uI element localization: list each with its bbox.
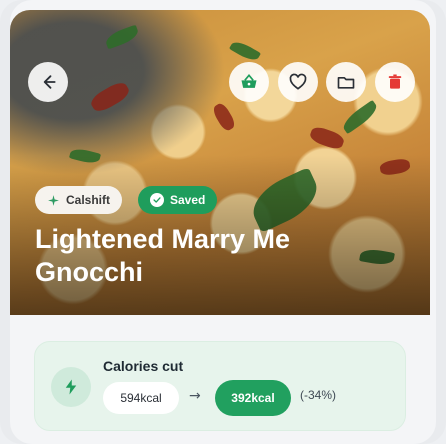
sparkle-icon (48, 194, 59, 206)
calories-change-percent: (-34%) (300, 388, 337, 402)
saved-chip-label: Saved (170, 193, 206, 207)
original-calories: 594kcal (103, 382, 179, 414)
basket-icon (241, 74, 257, 88)
recipe-card: Calshift Saved Lightened Marry Me Gnocch… (10, 0, 436, 444)
heart-icon (289, 73, 307, 90)
calories-cut-label: Calories cut (103, 358, 184, 374)
arrow-left-icon (43, 75, 56, 89)
basil-garnish (103, 24, 141, 50)
sun-dried-tomato (88, 79, 132, 115)
favorite-button[interactable] (278, 62, 318, 102)
basil-garnish (229, 38, 261, 64)
brand-chip-label: Calshift (66, 193, 111, 207)
app-frame: Calshift Saved Lightened Marry Me Gnocch… (0, 0, 446, 444)
basil-garnish (339, 99, 381, 135)
folder-icon (337, 77, 355, 89)
sun-dried-tomato (210, 101, 238, 133)
back-button[interactable] (28, 62, 68, 102)
saved-chip: Saved (138, 186, 218, 214)
brand-chip: Calshift (35, 186, 123, 214)
calories-cut-panel: Calories cut 594kcal → 392kcal (-34%) (34, 341, 406, 431)
reduced-calories: 392kcal (215, 380, 291, 416)
trash-icon (388, 74, 402, 89)
arrow-right-icon: → (189, 388, 201, 404)
recipe-title: Lightened Marry Me Gnocchi (35, 224, 291, 287)
shopping-list-button[interactable] (229, 62, 269, 102)
delete-button[interactable] (375, 62, 415, 102)
add-to-folder-button[interactable] (326, 62, 366, 102)
bolt-badge (51, 367, 91, 407)
sun-dried-tomato (308, 124, 346, 152)
lightning-icon (65, 379, 77, 395)
check-icon (150, 193, 164, 207)
